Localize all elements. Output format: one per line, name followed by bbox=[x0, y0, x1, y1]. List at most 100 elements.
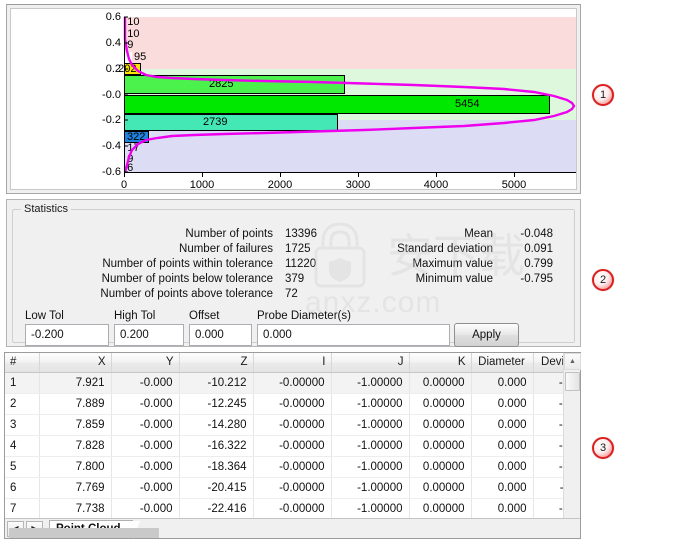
x-tick-label: 3000 bbox=[345, 179, 371, 190]
horizontal-scroll-strip[interactable] bbox=[9, 528, 159, 538]
cell-index: 1 bbox=[5, 372, 40, 394]
statistics-row: Number of points within tolerance 11220 bbox=[33, 257, 363, 272]
triangle-up-icon[interactable]: ▲ bbox=[564, 353, 581, 370]
cell-j: -1.00000 bbox=[331, 393, 410, 415]
cell-diameter: 0.000 bbox=[471, 456, 534, 478]
x-axis bbox=[124, 172, 576, 173]
statistics-row: Number of points 13396 bbox=[33, 227, 363, 242]
cell-diameter: 0.000 bbox=[471, 435, 534, 457]
cell-j: -1.00000 bbox=[331, 435, 410, 457]
statistics-legend: Statistics bbox=[21, 203, 72, 215]
cell-k: 0.00000 bbox=[409, 435, 472, 457]
statistics-row: Standard deviation 0.091 bbox=[368, 242, 568, 257]
cell-x: 7.828 bbox=[39, 435, 112, 457]
cell-i: -0.00000 bbox=[253, 393, 332, 415]
table-row[interactable]: 6 7.769 -0.000 -20.415 -0.00000 -1.00000… bbox=[5, 477, 564, 499]
cell-x: 7.889 bbox=[39, 393, 112, 415]
high-tol-label: High Tol bbox=[114, 310, 156, 322]
cell-deviation: -0.106 bbox=[533, 456, 564, 478]
statistics-row: Mean -0.048 bbox=[368, 227, 568, 242]
point-cloud-grid[interactable]: # X Y Z I J K Diameter Deviation 1 bbox=[5, 353, 564, 518]
cell-z: -16.322 bbox=[179, 435, 254, 457]
low-tol-label: Low Tol bbox=[25, 310, 64, 322]
cell-k: 0.00000 bbox=[409, 477, 472, 499]
deviation-histogram-panel: 10 10 9 95 202 2825 5454 2739 322 17 9 6… bbox=[6, 4, 581, 194]
cell-z: -12.245 bbox=[179, 393, 254, 415]
column-header-z[interactable]: Z bbox=[179, 353, 254, 373]
table-row[interactable]: 5 7.800 -0.000 -18.364 -0.00000 -1.00000… bbox=[5, 456, 564, 478]
statistics-row: Minimum value -0.795 bbox=[368, 272, 568, 287]
table-row[interactable]: 4 7.828 -0.000 -16.322 -0.00000 -1.00000… bbox=[5, 435, 564, 457]
x-tick-label: 4000 bbox=[423, 179, 449, 190]
statistics-row: Number of points below tolerance 379 bbox=[33, 272, 363, 287]
probe-diameter-input[interactable] bbox=[257, 324, 450, 346]
column-header-diameter[interactable]: Diameter bbox=[471, 353, 534, 373]
chart-canvas[interactable]: 10 10 9 95 202 2825 5454 2739 322 17 9 6… bbox=[10, 8, 577, 190]
stat-label: Standard deviation bbox=[397, 243, 493, 255]
cell-index: 2 bbox=[5, 393, 40, 415]
stat-value: 1725 bbox=[285, 243, 311, 255]
column-header-x[interactable]: X bbox=[39, 353, 112, 373]
stat-value: 379 bbox=[285, 273, 305, 285]
column-header-k[interactable]: K bbox=[409, 353, 472, 373]
data-table: # X Y Z I J K Diameter Deviation 1 bbox=[5, 353, 564, 518]
cell-k: 0.00000 bbox=[409, 372, 472, 394]
stat-value: 11220 bbox=[285, 258, 317, 270]
y-tick-label: -0.2 bbox=[102, 114, 121, 127]
cell-x: 7.800 bbox=[39, 456, 112, 478]
y-tick-label: -0.6 bbox=[102, 166, 121, 178]
high-tol-input[interactable] bbox=[114, 324, 184, 346]
cell-k: 0.00000 bbox=[409, 393, 472, 415]
callout-badge-1: 1 bbox=[592, 84, 614, 106]
column-header-j[interactable]: J bbox=[331, 353, 410, 373]
y-tick-label: -0.4 bbox=[102, 140, 121, 153]
stat-label: Number of points above tolerance bbox=[100, 288, 273, 300]
stat-label: Number of points below tolerance bbox=[101, 273, 273, 285]
cell-deviation: -0.132 bbox=[533, 414, 564, 436]
offset-input[interactable] bbox=[189, 324, 252, 346]
stat-value: 0.091 bbox=[524, 243, 553, 255]
cell-y: -0.000 bbox=[111, 498, 180, 518]
statistics-row: Number of points above tolerance 72 bbox=[33, 287, 363, 302]
callout-number: 1 bbox=[599, 89, 607, 101]
cell-diameter: 0.000 bbox=[471, 372, 534, 394]
cell-k: 0.00000 bbox=[409, 498, 472, 518]
apply-button[interactable]: Apply bbox=[454, 323, 519, 347]
probe-diameter-label: Probe Diameter(s) bbox=[257, 310, 351, 322]
x-tick-label: 5000 bbox=[501, 179, 527, 190]
cell-i: -0.00000 bbox=[253, 456, 332, 478]
table-row[interactable]: 3 7.859 -0.000 -14.280 -0.00000 -1.00000… bbox=[5, 414, 564, 436]
table-vertical-scrollbar[interactable]: ▲ bbox=[563, 353, 581, 518]
cell-deviation: -0.156 bbox=[533, 498, 564, 518]
cell-z: -14.280 bbox=[179, 414, 254, 436]
table-row[interactable]: 2 7.889 -0.000 -12.245 -0.00000 -1.00000… bbox=[5, 393, 564, 415]
stat-value: 0.799 bbox=[524, 258, 553, 270]
stat-label: Number of failures bbox=[179, 243, 273, 255]
column-header-i[interactable]: I bbox=[253, 353, 332, 373]
stat-label: Maximum value bbox=[412, 258, 493, 270]
column-header-index[interactable]: # bbox=[5, 353, 40, 373]
statistics-row: Maximum value 0.799 bbox=[368, 257, 568, 272]
cell-z: -20.415 bbox=[179, 477, 254, 499]
stat-value: 13396 bbox=[285, 228, 317, 240]
stat-value: 72 bbox=[285, 288, 298, 300]
table-body: 1 7.921 -0.000 -10.212 -0.00000 -1.00000… bbox=[5, 372, 564, 518]
point-cloud-table-panel: # X Y Z I J K Diameter Deviation 1 bbox=[4, 352, 581, 539]
cell-k: 0.00000 bbox=[409, 414, 472, 436]
cell-z: -18.364 bbox=[179, 456, 254, 478]
cell-j: -1.00000 bbox=[331, 456, 410, 478]
stat-label: Minimum value bbox=[415, 273, 493, 285]
cell-j: -1.00000 bbox=[331, 477, 410, 499]
callout-number: 3 bbox=[599, 442, 607, 454]
low-tol-input[interactable] bbox=[25, 324, 109, 346]
callout-badge-3: 3 bbox=[592, 437, 614, 459]
scrollbar-thumb[interactable] bbox=[565, 372, 580, 391]
cell-x: 7.859 bbox=[39, 414, 112, 436]
table-row[interactable]: 7 7.738 -0.000 -22.416 -0.00000 -1.00000… bbox=[5, 498, 564, 518]
table-row[interactable]: 1 7.921 -0.000 -10.212 -0.00000 -1.00000… bbox=[5, 372, 564, 394]
stat-label: Number of points within tolerance bbox=[102, 258, 273, 270]
column-header-deviation[interactable]: Deviation bbox=[533, 353, 564, 373]
cell-k: 0.00000 bbox=[409, 456, 472, 478]
column-header-y[interactable]: Y bbox=[111, 353, 180, 373]
cell-index: 7 bbox=[5, 498, 40, 518]
